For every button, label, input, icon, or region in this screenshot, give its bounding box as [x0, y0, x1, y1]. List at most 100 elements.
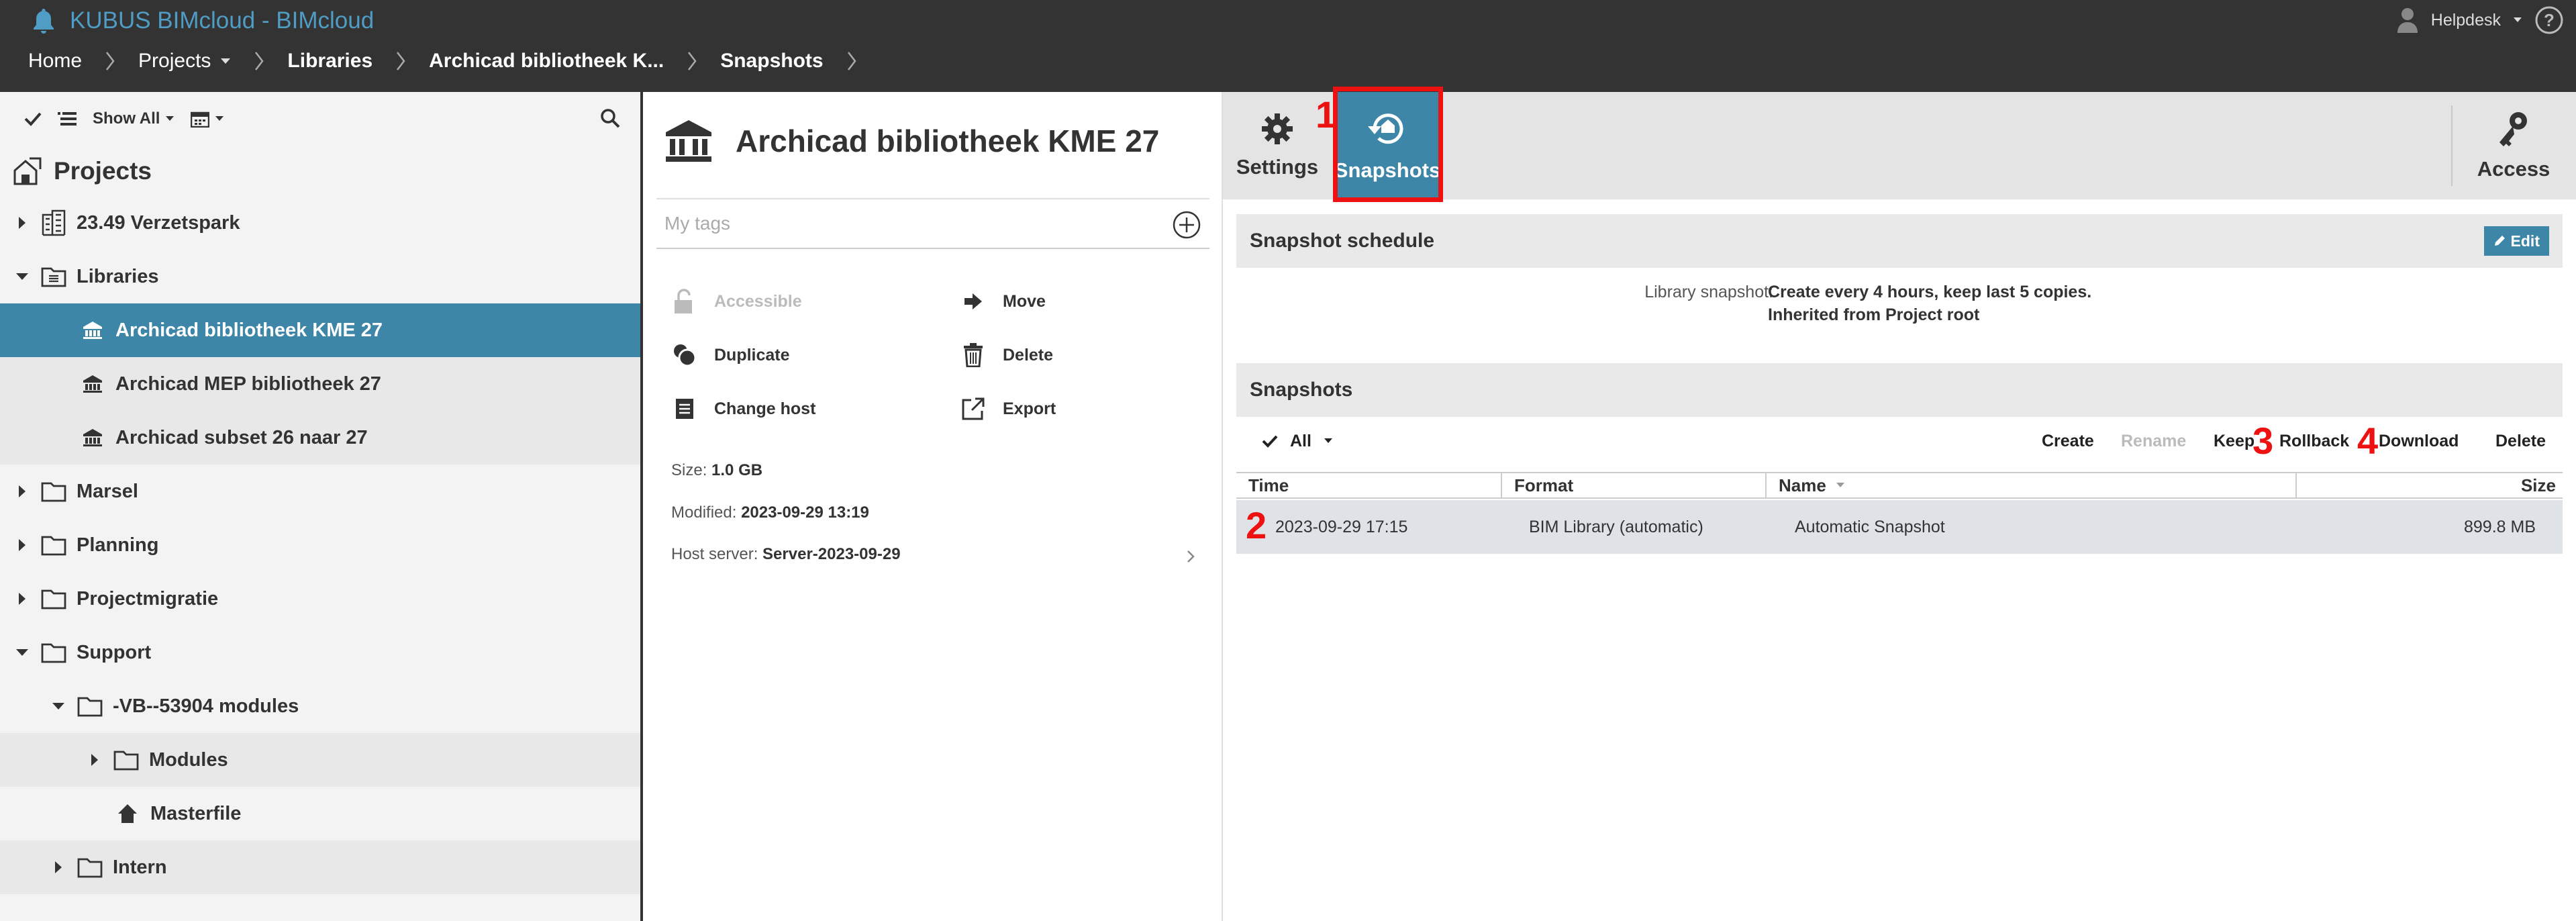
caret-right-icon[interactable] [12, 213, 32, 233]
caret-down-icon[interactable] [12, 642, 32, 663]
step-marker-2: 2 [1246, 504, 1267, 546]
detail-title: Archicad bibliotheek KME 27 [736, 124, 1160, 158]
export-icon [960, 397, 987, 420]
host-server-info[interactable]: Host server: Server-2023-09-29 [671, 545, 901, 564]
caret-right-icon[interactable] [12, 535, 32, 555]
tree-item-archicad-bibliotheek-kme-27[interactable]: Archicad bibliotheek KME 27 [0, 303, 640, 357]
caret-right-icon[interactable] [12, 589, 32, 609]
column-format[interactable]: Format [1501, 473, 1765, 497]
tree-item-libraries[interactable]: Libraries [0, 250, 640, 303]
rollback-snapshot-button[interactable]: Rollback [2279, 414, 2349, 468]
rename-snapshot-button[interactable]: Rename [2121, 414, 2186, 468]
breadcrumb-libraries[interactable]: Libraries [287, 50, 373, 72]
chevron-right-icon[interactable] [1187, 550, 1195, 563]
move-label: Move [1003, 291, 1046, 311]
keep-snapshot-button[interactable]: Keep [2214, 414, 2255, 468]
arrow-right-icon [960, 292, 987, 311]
caret-right-icon[interactable] [12, 481, 32, 501]
pencil-icon [2493, 235, 2506, 247]
search-icon[interactable] [600, 108, 620, 128]
chevron-right-icon [390, 46, 411, 77]
breadcrumb-library[interactable]: Archicad bibliotheek K... [429, 50, 664, 72]
folder-icon [77, 854, 103, 881]
tree-item-masterfile[interactable]: Masterfile [0, 787, 640, 840]
tree-item-label: Marsel [77, 480, 138, 502]
move-button[interactable]: Move [960, 275, 1195, 328]
create-snapshot-button[interactable]: Create [2042, 414, 2094, 468]
edit-schedule-button[interactable]: Edit [2483, 226, 2549, 256]
folder-icon [77, 693, 103, 720]
folder-icon [113, 746, 140, 773]
app-title[interactable]: KUBUS BIMcloud - BIMcloud [32, 4, 374, 38]
tab-bar: Settings Snapshots 1 Access [1223, 87, 2576, 202]
tree-item-label: Archicad bibliotheek KME 27 [115, 319, 383, 341]
step-marker-4: 4 [2357, 420, 2379, 462]
add-tag-icon[interactable] [1172, 210, 1201, 240]
tab-divider [2451, 105, 2453, 186]
server-icon [671, 398, 698, 420]
breadcrumb-projects[interactable]: Projects [138, 50, 231, 72]
tree-item-marsel[interactable]: Marsel [0, 465, 640, 518]
column-name[interactable]: Name [1765, 473, 2295, 497]
column-time[interactable]: Time [1236, 473, 1501, 497]
download-snapshot-button[interactable]: Download [2379, 414, 2459, 468]
select-all-filter[interactable]: All [1262, 414, 1333, 468]
snapshot-format: BIM Library (automatic) [1529, 517, 1703, 536]
snapshots-toolbar: All Create Rename Keep 3 Rollback 4 Down… [1236, 414, 2563, 468]
breadcrumb-snapshots[interactable]: Snapshots [720, 50, 823, 72]
breadcrumb: Home Projects Libraries Archicad bibliot… [28, 46, 880, 77]
breadcrumb-projects-label: Projects [138, 50, 211, 72]
tree-item-vb-53904-modules[interactable]: -VB--53904 modules [0, 679, 640, 733]
tags-input[interactable]: My tags [656, 198, 1209, 249]
delete-button[interactable]: Delete [960, 328, 1195, 382]
list-icon[interactable] [58, 111, 77, 127]
tree-item-projectmigratie[interactable]: Projectmigratie [0, 572, 640, 626]
project-tree-panel: Show All Projects 23.49 Verzetspark Libra… [0, 92, 643, 921]
tree-item-archicad-subset-26-naar-27[interactable]: Archicad subset 26 naar 27 [0, 411, 640, 465]
top-bar: KUBUS BIMcloud - BIMcloud Helpdesk ? Hom… [0, 0, 2576, 92]
caret-down-icon[interactable] [48, 696, 68, 716]
tags-placeholder: My tags [664, 213, 731, 234]
table-row[interactable]: 2 2023-09-29 17:15 BIM Library (automati… [1236, 500, 2563, 554]
caret-down-icon[interactable] [12, 266, 32, 287]
user-menu[interactable]: Helpdesk ? [2396, 3, 2564, 38]
duplicate-button[interactable]: Duplicate [671, 328, 960, 382]
tab-access[interactable]: Access [2457, 92, 2571, 199]
snapshot-schedule-header: Snapshot schedule Edit [1236, 214, 2563, 268]
checkmark-icon[interactable] [24, 111, 42, 126]
size-value: 1.0 GB [711, 461, 763, 479]
svg-text:?: ? [2544, 10, 2555, 30]
masterfile-icon [114, 800, 141, 827]
tree-item-label: Planning [77, 534, 159, 556]
duplicate-icon [671, 343, 698, 367]
folder-icon [40, 585, 67, 612]
tree-item-intern[interactable]: Intern [0, 840, 640, 894]
column-size[interactable]: Size [2295, 473, 2563, 497]
change-host-button[interactable]: Change host [671, 382, 960, 436]
tree-item-planning[interactable]: Planning [0, 518, 640, 572]
caret-right-icon[interactable] [85, 750, 105, 770]
detail-header: Archicad bibliotheek KME 27 [664, 119, 1159, 163]
breadcrumb-home[interactable]: Home [28, 50, 82, 72]
export-button[interactable]: Export [960, 382, 1195, 436]
show-all-filter[interactable]: Show All [93, 109, 175, 128]
folder-icon [40, 639, 67, 666]
chevron-down-icon [1324, 438, 1333, 444]
tree-item-verzetspark[interactable]: 23.49 Verzetspark [0, 196, 640, 250]
export-label: Export [1003, 399, 1056, 418]
unlock-icon [671, 288, 698, 315]
chevron-right-icon [841, 46, 862, 77]
date-filter[interactable] [191, 110, 224, 128]
help-icon[interactable]: ? [2534, 5, 2564, 35]
accessible-button[interactable]: Accessible [671, 275, 960, 328]
delete-label: Delete [1003, 345, 1054, 365]
tab-settings[interactable]: Settings [1236, 92, 1318, 199]
tree-item-modules[interactable]: Modules [0, 733, 640, 787]
tree-item-archicad-mep-bibliotheek-27[interactable]: Archicad MEP bibliotheek 27 [0, 357, 640, 411]
snapshots-table-header: Time Format Name Size [1236, 472, 2563, 499]
delete-snapshot-button[interactable]: Delete [2495, 414, 2546, 468]
caret-right-icon[interactable] [48, 857, 68, 877]
tree-item-support[interactable]: Support [0, 626, 640, 679]
step-marker-1: 1 [1316, 93, 1337, 136]
bell-icon [32, 7, 55, 34]
